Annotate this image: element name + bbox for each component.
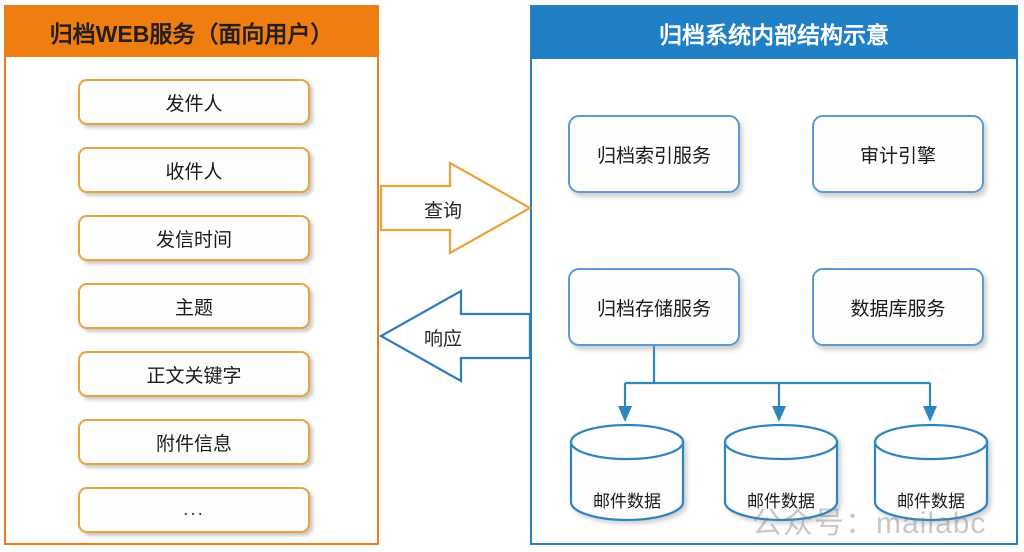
list-item-label: ...: [183, 499, 205, 520]
list-item-label: 正文关键字: [146, 365, 242, 387]
service-box-database[interactable]: 数据库服务: [812, 268, 984, 346]
watermark-text: 公众号：mailabc: [752, 507, 987, 540]
service-box-audit-engine[interactable]: 审计引擎: [812, 115, 984, 193]
list-item-label: 收件人: [165, 161, 223, 183]
right-panel-header: 归档系统内部结构示意: [532, 7, 1016, 59]
diagram-canvas: 归档WEB服务（面向用户） 发件人 收件人 发信时间 主题 正文关键字 附件信息…: [0, 0, 1024, 552]
right-panel-title: 归档系统内部结构示意: [659, 22, 889, 48]
service-box-archive-index[interactable]: 归档索引服务: [568, 115, 740, 193]
left-panel-header: 归档WEB服务（面向用户）: [6, 7, 377, 57]
list-item-sender[interactable]: 发件人: [78, 79, 310, 125]
archive-web-service-panel: 归档WEB服务（面向用户） 发件人 收件人 发信时间 主题 正文关键字 附件信息…: [4, 5, 379, 545]
list-item-body-keyword[interactable]: 正文关键字: [78, 351, 310, 397]
datastore-cylinder-1[interactable]: 邮件数据: [568, 423, 686, 522]
service-box-label: 归档索引服务: [596, 145, 711, 167]
list-item-attachment-info[interactable]: 附件信息: [78, 419, 310, 465]
query-arrow-label: 查询: [424, 201, 463, 222]
service-box-label: 数据库服务: [850, 298, 946, 320]
service-box-archive-storage[interactable]: 归档存储服务: [568, 268, 740, 346]
list-item-label: 发件人: [165, 93, 223, 115]
list-item-label: 附件信息: [155, 433, 232, 455]
list-item-subject[interactable]: 主题: [78, 283, 310, 329]
list-item-label: 发信时间: [155, 229, 232, 251]
response-arrow-label: 响应: [424, 329, 463, 350]
left-panel-title: 归档WEB服务（面向用户）: [49, 21, 334, 47]
service-box-label: 归档存储服务: [596, 298, 711, 320]
service-box-label: 审计引擎: [859, 145, 936, 167]
search-field-list: 发件人 收件人 发信时间 主题 正文关键字 附件信息 ...: [6, 57, 377, 543]
list-item-more[interactable]: ...: [78, 487, 310, 533]
list-item-recipient[interactable]: 收件人: [78, 147, 310, 193]
list-item-label: 主题: [174, 297, 213, 319]
datastore-label: 邮件数据: [593, 492, 661, 511]
list-item-send-time[interactable]: 发信时间: [78, 215, 310, 261]
